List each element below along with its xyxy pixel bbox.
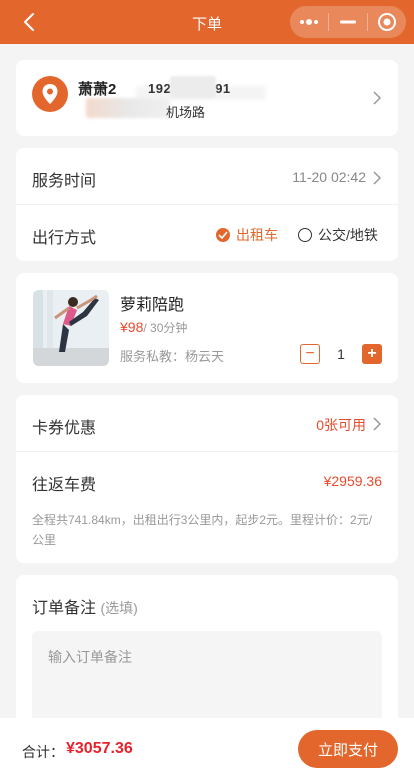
more-dots-icon[interactable]: [290, 6, 328, 38]
product-image: [33, 290, 109, 366]
service-time-value[interactable]: 11-20 02:42: [292, 169, 366, 185]
contact-name: 萧萧2: [78, 81, 117, 98]
quantity-value: 1: [337, 346, 345, 362]
coupon-value[interactable]: 0张可用: [316, 415, 366, 435]
quantity-stepper: − 1 +: [300, 344, 382, 364]
remark-title: 订单备注 (选填): [32, 600, 138, 617]
option-taxi[interactable]: 出租车: [216, 225, 278, 245]
coach-name: 服务私教：杨云天: [120, 349, 225, 364]
chevron-right-icon[interactable]: [372, 416, 382, 432]
option-transit-label: 公交/地铁: [318, 227, 378, 243]
unchecked-icon: [298, 228, 312, 242]
travel-fee-label: 往返车费: [32, 477, 97, 494]
location-pin-icon: [32, 76, 68, 112]
chevron-right-icon: [373, 91, 382, 105]
product-card: 萝莉陪跑 ¥98/ 30分钟 服务私教：杨云天 − 1 +: [16, 273, 398, 383]
service-card: 服务时间 11-20 02:42 出行方式 出租车 公交/地铁: [16, 148, 398, 261]
bottom-bar: 合计： ¥3057.36 立即支付: [0, 718, 414, 780]
checked-icon: [216, 228, 230, 242]
address-detail: 机场路: [166, 105, 206, 120]
travel-fee-value: ¥2959.36: [323, 473, 382, 489]
product-price: ¥98/ 30分钟: [120, 319, 188, 335]
minimize-icon[interactable]: [329, 6, 367, 38]
total-value: ¥3057.36: [66, 740, 133, 757]
nav-bar: 下单: [0, 0, 414, 44]
product-name: 萝莉陪跑: [120, 297, 185, 314]
phone-blur: [170, 76, 216, 98]
option-taxi-label: 出租车: [236, 227, 278, 243]
chevron-right-icon[interactable]: [372, 170, 382, 186]
total-label: 合计：: [22, 744, 64, 760]
pay-now-button[interactable]: 立即支付: [298, 730, 398, 768]
fee-note: 全程共741.84km，出租出行3公里内，起步2元。里程计价：2元/公里: [32, 513, 373, 547]
close-target-icon[interactable]: [368, 6, 406, 38]
coupon-label: 卡券优惠: [32, 420, 97, 437]
mini-program-capsule: [290, 6, 406, 38]
address-card[interactable]: 萧萧2 192 91 机场路: [16, 60, 398, 136]
plus-button[interactable]: +: [362, 344, 382, 364]
divider: [16, 204, 398, 205]
divider: [16, 451, 398, 452]
address-blur: [86, 98, 170, 118]
option-transit[interactable]: 公交/地铁: [298, 225, 378, 245]
travel-mode-label: 出行方式: [32, 230, 97, 247]
fees-card: 卡券优惠 0张可用 往返车费 ¥2959.36 全程共741.84km，出租出行…: [16, 395, 398, 563]
service-time-label: 服务时间: [32, 173, 97, 190]
minus-button[interactable]: −: [300, 344, 320, 364]
